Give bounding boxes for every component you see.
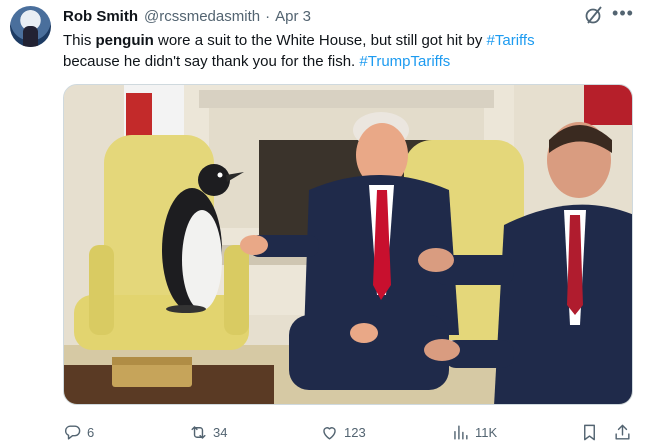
bookmark-button[interactable] (580, 420, 604, 444)
header-separator: · (265, 7, 271, 25)
share-button[interactable] (613, 420, 637, 444)
tweet[interactable]: Rob Smith @rcssmedasmith · Apr 3 ••• Thi… (0, 0, 655, 446)
bar-chart-icon (454, 424, 468, 440)
more-dots-icon[interactable]: ••• (612, 4, 634, 26)
tweet-photo[interactable] (63, 84, 633, 405)
action-bar: 6 34 123 11K (63, 420, 643, 444)
text-part-2: wore a suit to the White House, but stil… (153, 32, 487, 49)
share-upload-icon (615, 424, 630, 440)
avatar[interactable] (10, 6, 51, 47)
repost-count: 34 (213, 424, 228, 440)
tweet-text: This penguin wore a suit to the White Ho… (63, 30, 643, 72)
text-part-1: This (63, 32, 96, 49)
like-button[interactable]: 123 (320, 420, 366, 444)
view-count: 11K (475, 424, 498, 440)
reply-button[interactable]: 6 (63, 420, 94, 444)
reply-count: 6 (87, 424, 95, 440)
tweet-header: Rob Smith @rcssmedasmith · Apr 3 (63, 6, 311, 26)
hashtag-tariffs[interactable]: #Tariffs (487, 32, 535, 49)
views-button[interactable]: 11K (451, 420, 497, 444)
repost-button[interactable]: 34 (189, 420, 227, 444)
post-date[interactable]: Apr 3 (275, 8, 311, 25)
grok-slash-icon[interactable] (583, 4, 605, 26)
author-handle[interactable]: @rcssmedasmith (144, 8, 260, 25)
reply-bubble-icon (64, 424, 81, 440)
text-part-3: because he didn't say thank you for the … (63, 53, 360, 70)
hashtag-trumptariffs[interactable]: #TrumpTariffs (359, 53, 450, 70)
repost-arrows-icon (191, 425, 206, 439)
bookmark-icon (584, 424, 595, 440)
like-count: 123 (344, 424, 366, 440)
text-bold-word: penguin (95, 32, 154, 49)
author-name[interactable]: Rob Smith (63, 8, 138, 25)
heart-icon (323, 426, 336, 440)
